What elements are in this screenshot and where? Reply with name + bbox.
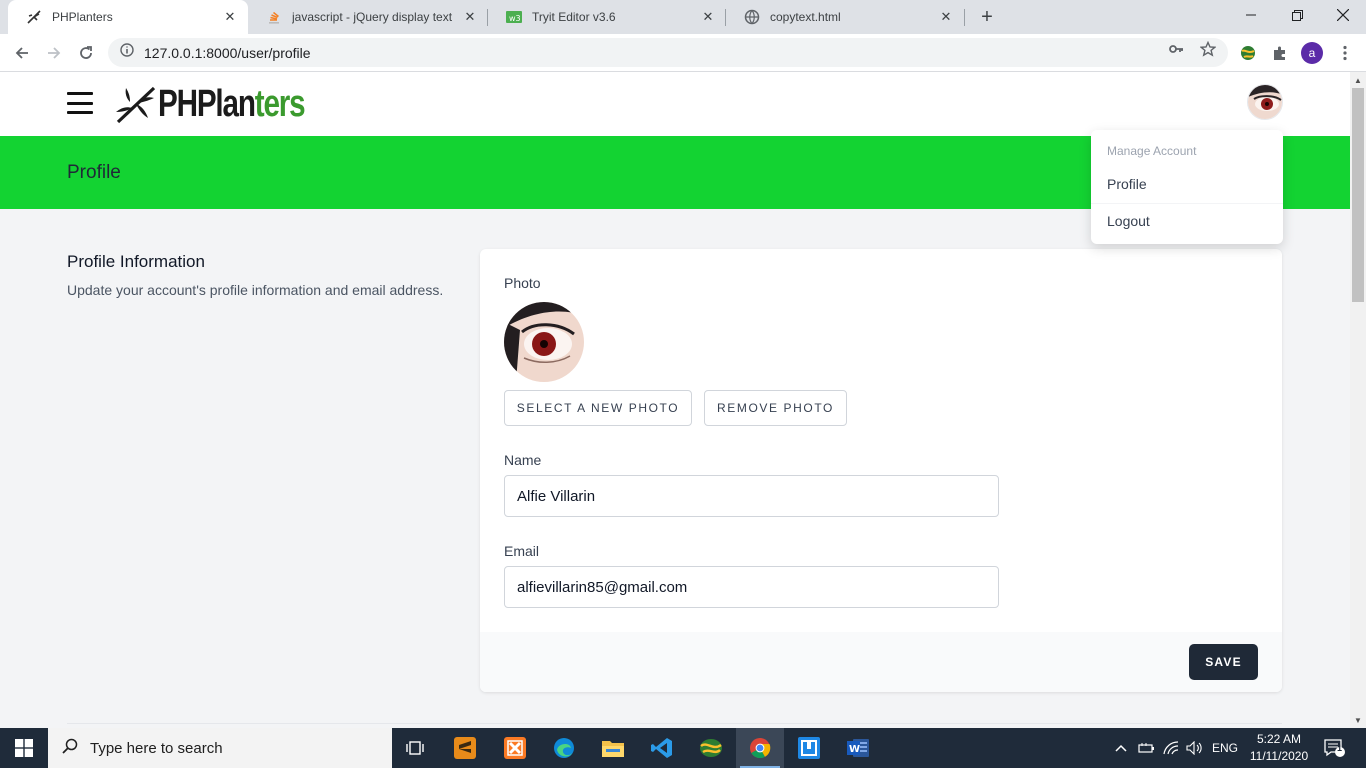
section-divider bbox=[67, 723, 1282, 724]
tab-title: PHPlanters bbox=[52, 10, 113, 24]
show-hidden-icons-chevron-icon[interactable] bbox=[1114, 728, 1128, 768]
scroll-thumb[interactable] bbox=[1352, 88, 1364, 302]
tab-title: Tryit Editor v3.6 bbox=[532, 10, 616, 24]
back-button[interactable] bbox=[8, 39, 36, 67]
file-explorer-icon[interactable] bbox=[589, 728, 637, 768]
tab-separator bbox=[964, 9, 965, 26]
w3schools-icon: w3 bbox=[506, 9, 522, 25]
tab-tryit-editor[interactable]: w3 Tryit Editor v3.6 ✕ bbox=[488, 0, 726, 34]
windows-taskbar: Type here to search W ENG 5:22 AM 11/11/… bbox=[0, 728, 1366, 768]
forward-button[interactable] bbox=[40, 39, 68, 67]
chrome-menu-icon[interactable] bbox=[1333, 41, 1357, 65]
form-footer bbox=[480, 632, 1282, 692]
sublime-text-icon[interactable] bbox=[441, 728, 489, 768]
svg-text:w3: w3 bbox=[509, 14, 521, 23]
tab-copytext[interactable]: copytext.html ✕ bbox=[726, 0, 964, 34]
windows-start-icon[interactable] bbox=[0, 728, 48, 768]
profile-form-card: Photo SELECT A NEW PHOTO REMOVE PHOTO Na… bbox=[480, 249, 1282, 692]
dropdown-header: Manage Account bbox=[1107, 144, 1197, 158]
page-scrollbar[interactable]: ▲ ▼ bbox=[1350, 72, 1366, 728]
email-label: Email bbox=[504, 543, 540, 559]
extension-globe-icon[interactable] bbox=[1236, 41, 1260, 65]
dropdown-item-logout[interactable]: Logout bbox=[1107, 213, 1150, 229]
tab-phplanters[interactable]: PHPlanters ✕ bbox=[8, 0, 248, 34]
close-icon[interactable]: ✕ bbox=[938, 9, 954, 25]
bookmark-star-icon[interactable] bbox=[1199, 40, 1217, 58]
globe-icon bbox=[744, 9, 760, 25]
xampp-icon[interactable] bbox=[491, 728, 539, 768]
taskbar-clock[interactable]: 5:22 AM 11/11/2020 bbox=[1248, 731, 1310, 765]
restore-button[interactable] bbox=[1274, 0, 1320, 30]
clock-time: 5:22 AM bbox=[1256, 732, 1302, 746]
chrome-profile-avatar[interactable]: a bbox=[1300, 41, 1324, 65]
new-tab-button[interactable]: + bbox=[976, 6, 998, 28]
window-close-button[interactable] bbox=[1320, 0, 1366, 30]
tab-title: copytext.html bbox=[770, 10, 841, 24]
section-title: Profile Information bbox=[67, 252, 205, 271]
taskbar-search-box[interactable]: Type here to search bbox=[48, 728, 392, 768]
app-navbar: PHPlanters bbox=[0, 72, 1350, 136]
email-field[interactable]: alfievillarin85@gmail.com bbox=[504, 566, 999, 608]
vscode-icon[interactable] bbox=[638, 728, 686, 768]
photo-label: Photo bbox=[504, 275, 541, 291]
address-bar[interactable]: 127.0.0.1:8000/user/profile bbox=[108, 38, 1228, 67]
close-icon[interactable]: ✕ bbox=[700, 9, 716, 25]
clock-date: 11/11/2020 bbox=[1249, 749, 1309, 763]
battery-icon[interactable] bbox=[1138, 728, 1156, 768]
info-icon[interactable] bbox=[120, 43, 134, 62]
notification-count: 1 bbox=[1337, 743, 1343, 753]
page-viewport: PHPlanters Profile Profile Information U… bbox=[0, 72, 1350, 728]
minimize-button[interactable] bbox=[1228, 0, 1274, 30]
scroll-down-arrow-icon[interactable]: ▼ bbox=[1350, 712, 1366, 728]
user-avatar[interactable] bbox=[1247, 84, 1283, 120]
extensions-puzzle-icon[interactable] bbox=[1268, 41, 1292, 65]
name-label: Name bbox=[504, 452, 542, 468]
name-field[interactable]: Alfie Villarin bbox=[504, 475, 999, 517]
dragonfly-icon bbox=[26, 9, 42, 25]
close-icon[interactable]: ✕ bbox=[462, 9, 478, 25]
notification-center-icon[interactable]: 1 bbox=[1324, 728, 1346, 768]
browser-toolbar: 127.0.0.1:8000/user/profile a bbox=[0, 34, 1366, 72]
wifi-icon[interactable] bbox=[1163, 728, 1181, 768]
logo-text: PHPlanters bbox=[158, 82, 306, 125]
task-view-icon[interactable] bbox=[392, 728, 440, 768]
browser-tab-strip: PHPlanters ✕ javascript - jQuery display… bbox=[0, 0, 1366, 34]
search-placeholder: Type here to search bbox=[90, 739, 223, 757]
key-icon[interactable] bbox=[1167, 40, 1185, 58]
url-text: 127.0.0.1:8000/user/profile bbox=[144, 44, 311, 61]
page-title: Profile bbox=[67, 162, 121, 183]
dragonfly-logo-icon bbox=[116, 86, 156, 124]
svg-text:W: W bbox=[849, 744, 860, 755]
scroll-up-arrow-icon[interactable]: ▲ bbox=[1350, 72, 1366, 88]
remove-photo-button[interactable]: REMOVE PHOTO bbox=[704, 390, 847, 426]
profile-photo-preview bbox=[504, 302, 584, 382]
word-icon[interactable]: W bbox=[834, 728, 882, 768]
edge-browser-icon[interactable] bbox=[540, 728, 588, 768]
hamburger-menu-icon[interactable] bbox=[67, 90, 93, 116]
dev-app-icon[interactable] bbox=[785, 728, 833, 768]
search-icon bbox=[62, 738, 78, 759]
select-new-photo-button[interactable]: SELECT A NEW PHOTO bbox=[504, 390, 692, 426]
language-indicator[interactable]: ENG bbox=[1212, 728, 1238, 768]
dropdown-divider bbox=[1091, 203, 1283, 204]
stackoverflow-icon bbox=[266, 9, 282, 25]
phplanters-logo[interactable]: PHPlanters bbox=[114, 82, 346, 126]
account-dropdown-menu: Manage Account Profile Logout bbox=[1091, 130, 1283, 244]
close-icon[interactable]: ✕ bbox=[222, 9, 238, 25]
tab-title: javascript - jQuery display text in bbox=[292, 10, 456, 24]
save-button[interactable]: SAVE bbox=[1189, 644, 1258, 680]
tab-stackoverflow[interactable]: javascript - jQuery display text in ✕ bbox=[248, 0, 488, 34]
volume-icon[interactable] bbox=[1186, 728, 1204, 768]
reload-button[interactable] bbox=[72, 39, 100, 67]
dropdown-item-profile[interactable]: Profile bbox=[1107, 176, 1147, 192]
globe-app-icon[interactable] bbox=[687, 728, 735, 768]
section-description: Update your account's profile informatio… bbox=[67, 282, 444, 298]
chrome-browser-icon[interactable] bbox=[736, 728, 784, 768]
